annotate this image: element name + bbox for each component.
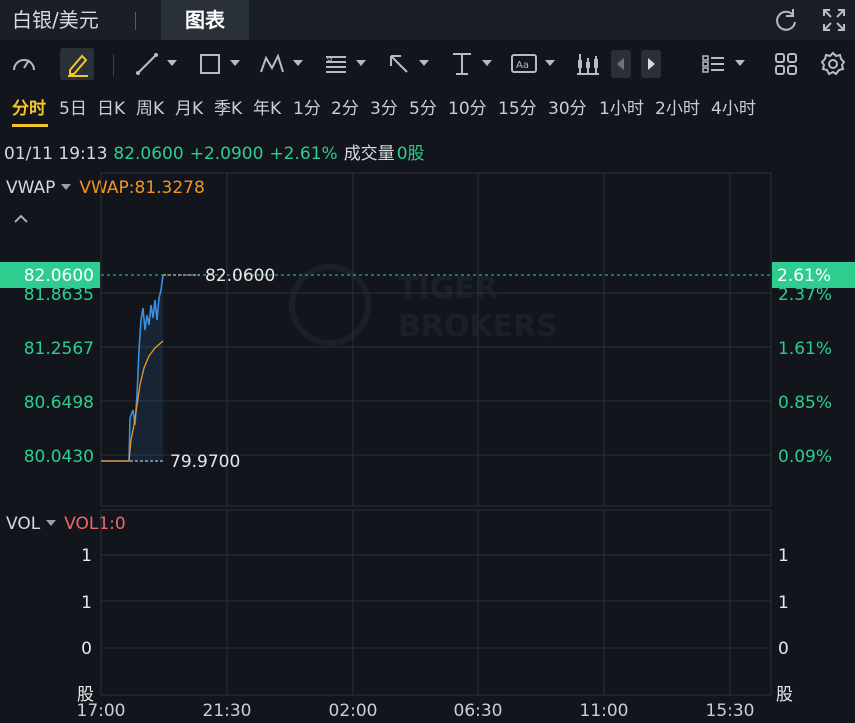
vol-left-axis-label: 0: [81, 639, 92, 659]
left-axis-label: 80.6498: [24, 393, 94, 413]
time-axis-label: 02:00: [329, 701, 378, 721]
current-price-tag: 82.0600: [24, 266, 94, 286]
current-price-label: 82.0600: [205, 266, 275, 286]
time-axis-label: 11:00: [580, 701, 629, 721]
vol-right-axis-label: 0: [778, 639, 789, 659]
vol-left-axis-label: 1: [81, 593, 92, 613]
left-axis-label: 80.0430: [24, 447, 94, 467]
time-axis-label: 17:00: [77, 701, 126, 721]
right-axis-label: 0.85%: [778, 393, 832, 413]
time-axis-label: 15:30: [706, 701, 755, 721]
vol-right-axis-label: 1: [778, 593, 789, 613]
vol-left-axis-label: 1: [81, 546, 92, 566]
vol-right-axis-label: 1: [778, 546, 789, 566]
watermark-logo: TIGER BROKERS: [289, 264, 558, 346]
watermark-text-2: BROKERS: [398, 309, 558, 344]
right-axis-label: 1.61%: [778, 339, 832, 359]
vol-panel-grid: [100, 509, 772, 696]
watermark-text-1: TIGER: [398, 271, 498, 306]
right-axis-label: 0.09%: [778, 447, 832, 467]
vol-right-axis-label: 股: [776, 685, 793, 705]
chart-canvas[interactable]: TIGER BROKERS 82.0600 79.9700 82.0600 2.…: [0, 0, 855, 723]
current-pct-tag: 2.61%: [777, 266, 831, 286]
left-axis-label: 81.8635: [24, 285, 94, 305]
left-axis-label: 81.2567: [24, 339, 94, 359]
right-axis-label: 2.37%: [778, 285, 832, 305]
time-axis-label: 06:30: [454, 701, 503, 721]
time-axis-label: 21:30: [203, 701, 252, 721]
low-price-label: 79.9700: [170, 452, 240, 472]
chart-app: 白银/美元 图表 G Aa 分时 5日 日K 周K 月K 季K 年K 1分 2分…: [0, 0, 855, 723]
